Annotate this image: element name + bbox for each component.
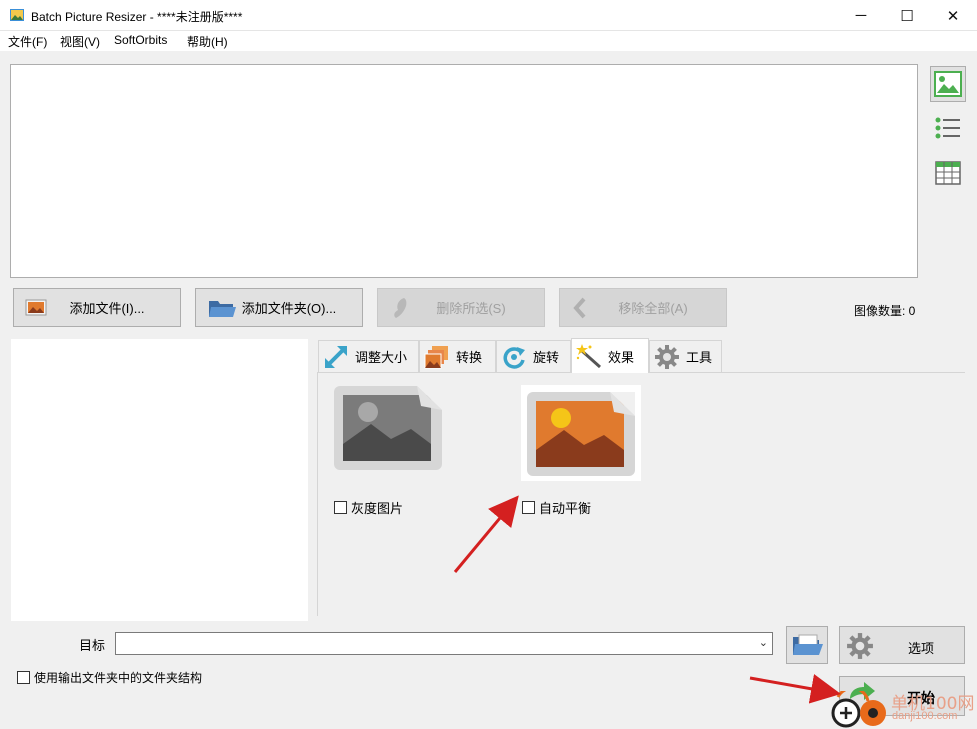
menu-file[interactable]: 文件(F) <box>8 33 47 50</box>
menu-help[interactable]: 帮助(H) <box>187 33 228 50</box>
minimize-button[interactable]: ─ <box>838 0 884 31</box>
app-icon <box>10 9 24 21</box>
watermark-line2: danji100.com <box>892 710 958 722</box>
autobalance-checkbox-box[interactable] <box>522 501 535 514</box>
list-view-icon[interactable] <box>930 110 966 146</box>
tab-convert-label: 转换 <box>456 350 483 365</box>
tab-tools[interactable]: 工具 <box>649 340 722 372</box>
target-path-select[interactable]: ⌄ <box>115 632 773 655</box>
folder-structure-checkbox-box[interactable] <box>17 671 30 684</box>
maximize-button[interactable]: ☐ <box>884 0 930 31</box>
remove-all-button[interactable]: 移除全部(A) <box>559 288 727 327</box>
options-gear-icon <box>847 633 873 659</box>
title-bar: Batch Picture Resizer - ****未注册版**** ─ ☐… <box>0 0 977 31</box>
add-file-button[interactable]: 添加文件(I)... <box>13 288 181 327</box>
menu-bar: 文件(F) 视图(V) SoftOrbits 帮助(H) <box>0 31 977 51</box>
options-label: 选项 <box>908 641 935 656</box>
remove-all-label: 移除全部(A) <box>618 301 688 316</box>
thumbnail-view-icon[interactable] <box>930 66 966 102</box>
grayscale-checkbox[interactable]: 灰度图片 <box>334 498 403 517</box>
tab-rotate-label: 旋转 <box>533 350 560 365</box>
magic-wand-icon <box>576 344 601 369</box>
rotate-icon <box>503 346 525 369</box>
autobalance-thumbnail[interactable] <box>526 390 636 478</box>
grayscale-checkbox-box[interactable] <box>334 501 347 514</box>
close-button[interactable]: ✕ <box>930 0 976 31</box>
watermark: 单机100网 danji100.com <box>828 686 977 729</box>
grayscale-thumbnail[interactable] <box>333 384 443 472</box>
add-file-label: 添加文件(I)... <box>69 301 145 316</box>
tab-rotate[interactable]: 旋转 <box>496 340 571 372</box>
browse-folder-button[interactable] <box>786 626 828 664</box>
tab-convert[interactable]: 转换 <box>419 340 496 372</box>
image-count: 图像数量: 0 <box>854 304 916 318</box>
tab-effects[interactable]: 效果 <box>571 338 649 373</box>
image-list-area[interactable] <box>10 64 918 278</box>
preview-pane <box>11 339 308 621</box>
folder-structure-label: 使用输出文件夹中的文件夹结构 <box>34 671 203 685</box>
annotation-arrow-start <box>749 674 841 704</box>
target-label: 目标 <box>79 638 106 653</box>
add-folder-button[interactable]: 添加文件夹(O)... <box>195 288 363 327</box>
window-title: Batch Picture Resizer - ****未注册版**** <box>31 10 243 24</box>
tab-tools-label: 工具 <box>686 350 713 365</box>
options-button[interactable]: 选项 <box>839 626 965 664</box>
tab-resize[interactable]: 调整大小 <box>318 340 419 372</box>
chevron-down-icon[interactable]: ⌄ <box>759 636 768 649</box>
gear-icon <box>655 344 679 369</box>
table-view-icon[interactable] <box>930 155 966 191</box>
autobalance-label: 自动平衡 <box>539 501 592 516</box>
folder-structure-checkbox[interactable]: 使用输出文件夹中的文件夹结构 <box>17 669 202 686</box>
watermark-logo <box>831 691 886 728</box>
remove-selected-button[interactable]: 删除所选(S) <box>377 288 545 327</box>
tab-resize-label: 调整大小 <box>355 350 408 365</box>
autobalance-checkbox[interactable]: 自动平衡 <box>522 498 591 517</box>
menu-view[interactable]: 视图(V) <box>60 33 100 50</box>
remove-selected-label: 删除所选(S) <box>436 301 506 316</box>
tab-effects-label: 效果 <box>608 349 635 365</box>
menu-softorbits[interactable]: SoftOrbits <box>114 33 167 47</box>
open-folder-icon <box>793 634 823 655</box>
grayscale-label: 灰度图片 <box>351 501 404 516</box>
add-folder-label: 添加文件夹(O)... <box>241 301 337 316</box>
resize-icon <box>325 345 347 368</box>
convert-icon <box>424 345 448 368</box>
